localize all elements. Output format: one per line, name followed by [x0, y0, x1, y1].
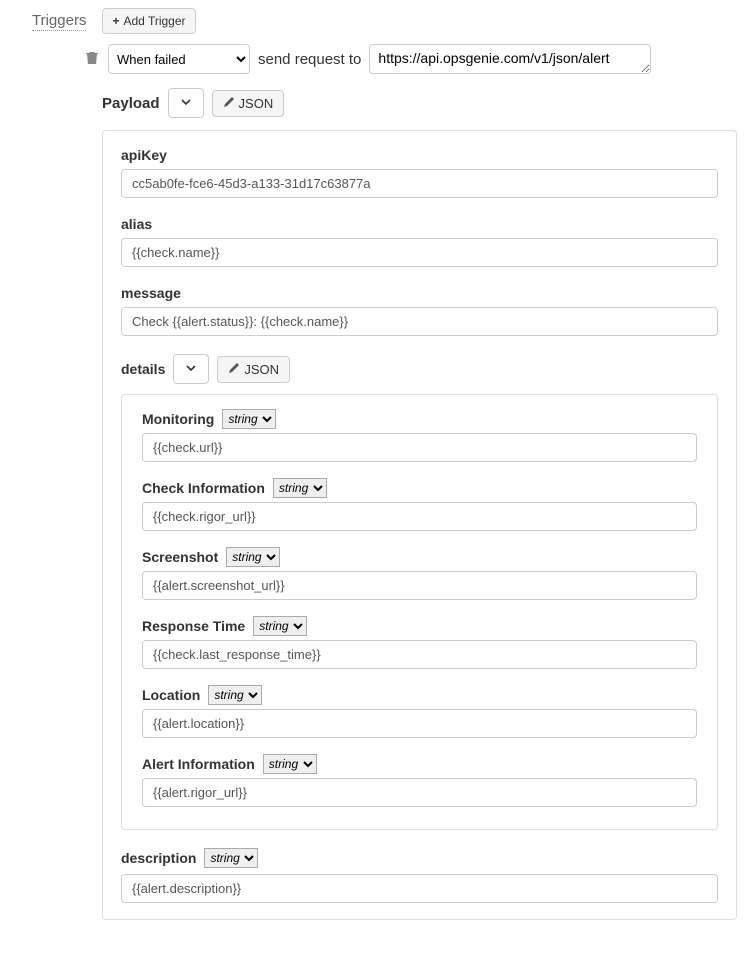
details-field-label: Monitoring	[142, 411, 214, 427]
trash-icon	[86, 53, 98, 68]
details-field-input[interactable]	[142, 571, 697, 600]
payload-header: Payload JSON	[102, 88, 737, 118]
description-type-select[interactable]: string	[204, 848, 258, 868]
details-field-input[interactable]	[142, 502, 697, 531]
details-header: details JSON	[121, 354, 718, 384]
details-field-input[interactable]	[142, 433, 697, 462]
trigger-condition-select[interactable]: When failed	[108, 44, 250, 74]
apikey-label: apiKey	[121, 147, 718, 163]
details-field-input[interactable]	[142, 709, 697, 738]
payload-panel: apiKey alias message details	[102, 130, 737, 920]
pencil-icon	[223, 96, 235, 111]
details-panel: MonitoringstringCheck InformationstringS…	[121, 394, 718, 830]
request-url-input[interactable]: https://api.opsgenie.com/v1/json/alert	[369, 44, 651, 74]
payload-json-label: JSON	[239, 96, 274, 111]
apikey-field-group: apiKey	[121, 147, 718, 198]
details-json-button[interactable]: JSON	[217, 356, 290, 383]
details-field: Response Time string	[142, 616, 697, 669]
details-collapse-button[interactable]	[173, 354, 209, 384]
details-field-label: Response Time	[142, 618, 245, 634]
triggers-header-row: Triggers + Add Trigger	[12, 8, 737, 34]
message-label: message	[121, 285, 718, 301]
apikey-input[interactable]	[121, 169, 718, 198]
details-field-type-select[interactable]: string	[253, 616, 307, 636]
details-field-type-select[interactable]: string	[222, 409, 276, 429]
add-trigger-button[interactable]: + Add Trigger	[102, 8, 195, 34]
delete-trigger-button[interactable]	[84, 49, 100, 70]
payload-json-button[interactable]: JSON	[212, 90, 285, 117]
chevron-down-icon	[181, 96, 191, 110]
message-field-group: message	[121, 285, 718, 336]
details-title: details	[121, 361, 165, 377]
details-field-label: Check Information	[142, 480, 265, 496]
details-field: Monitoring string	[142, 409, 697, 462]
details-field-input[interactable]	[142, 778, 697, 807]
send-request-to-label: send request to	[258, 51, 361, 68]
details-field: Screenshot string	[142, 547, 697, 600]
trigger-condition-row: When failed send request to https://api.…	[12, 44, 737, 74]
message-input[interactable]	[121, 307, 718, 336]
triggers-label: Triggers	[32, 12, 86, 31]
details-field-label: Screenshot	[142, 549, 218, 565]
details-field-type-select[interactable]: string	[226, 547, 280, 567]
alias-input[interactable]	[121, 238, 718, 267]
plus-icon: +	[112, 14, 119, 28]
description-input[interactable]	[121, 874, 718, 903]
details-field: Alert Information string	[142, 754, 697, 807]
details-field: Location string	[142, 685, 697, 738]
description-field-group: description string	[121, 848, 718, 903]
chevron-down-icon	[186, 362, 196, 376]
details-field-label: Alert Information	[142, 756, 255, 772]
description-label: description	[121, 850, 196, 866]
details-field-type-select[interactable]: string	[263, 754, 317, 774]
payload-collapse-button[interactable]	[168, 88, 204, 118]
payload-title: Payload	[102, 95, 160, 112]
details-field-type-select[interactable]: string	[273, 478, 327, 498]
add-trigger-label: Add Trigger	[123, 14, 185, 28]
details-field-input[interactable]	[142, 640, 697, 669]
details-field-type-select[interactable]: string	[208, 685, 262, 705]
details-json-label: JSON	[244, 362, 279, 377]
details-field: Check Information string	[142, 478, 697, 531]
alias-field-group: alias	[121, 216, 718, 267]
pencil-icon	[228, 362, 240, 377]
alias-label: alias	[121, 216, 718, 232]
details-field-label: Location	[142, 687, 200, 703]
